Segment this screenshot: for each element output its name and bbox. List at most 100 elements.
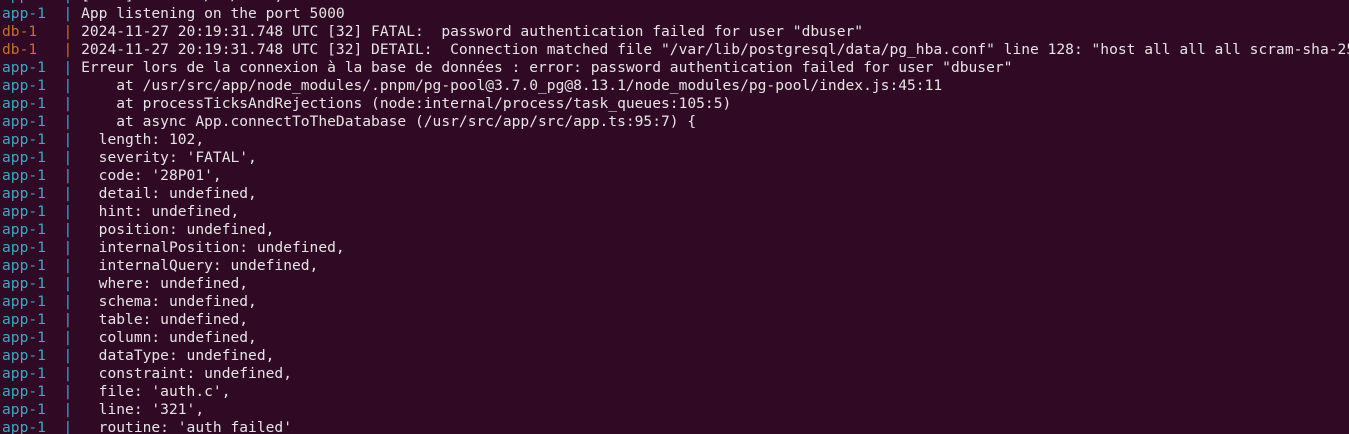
log-message: schema: undefined, [81, 293, 257, 310]
log-line: app-1 | at /usr/src/app/node_modules/.pn… [2, 77, 1349, 95]
prefix-separator: | [63, 185, 73, 202]
log-line: app-1 | code: '28P01', [2, 167, 1349, 185]
prefix-separator: | [63, 167, 73, 184]
prefix-padding [46, 149, 64, 166]
log-message: at processTicksAndRejections (node:inter… [81, 95, 732, 112]
prefix-separator: | [63, 95, 73, 112]
log-line: app-1 | schema: undefined, [2, 293, 1349, 311]
prefix-separator: | [63, 329, 73, 346]
log-line: app-1 | Erreur lors de la connexion à la… [2, 59, 1349, 77]
service-prefix: app-1 [2, 239, 46, 256]
prefix-padding [46, 257, 64, 274]
log-line: db-1 | 2024-11-27 20:19:31.748 UTC [32] … [2, 41, 1349, 59]
log-line: app-1 | length: 102, [2, 131, 1349, 149]
log-line: app-1 | position: undefined, [2, 221, 1349, 239]
log-line: app-1 | file: 'auth.c', [2, 383, 1349, 401]
log-line: app-1 | table: undefined, [2, 311, 1349, 329]
prefix-separator: | [63, 401, 73, 418]
service-prefix: app-1 [2, 59, 46, 76]
prefix-separator: | [63, 5, 73, 22]
log-message: Erreur lors de la connexion à la base de… [81, 59, 1013, 76]
service-prefix: app-1 [2, 185, 46, 202]
log-line: app-1 | at processTicksAndRejections (no… [2, 95, 1349, 113]
log-message: detail: undefined, [81, 185, 257, 202]
log-message: line: '321', [81, 401, 205, 418]
prefix-padding [46, 113, 64, 130]
prefix-padding [46, 329, 64, 346]
log-message: at async App.connectToTheDatabase (/usr/… [81, 113, 697, 130]
log-message: severity: 'FATAL', [81, 149, 257, 166]
service-prefix: app-1 [2, 203, 46, 220]
prefix-separator: | [63, 149, 73, 166]
prefix-padding [46, 5, 64, 22]
log-message: position: undefined, [81, 221, 275, 238]
prefix-padding [37, 41, 63, 58]
prefix-separator: | [63, 311, 73, 328]
log-message: internalPosition: undefined, [81, 239, 345, 256]
log-line: app-1 | column: undefined, [2, 329, 1349, 347]
prefix-padding [46, 275, 64, 292]
prefix-separator: | [63, 59, 73, 76]
log-message: routine: 'auth_failed' [81, 419, 292, 434]
service-prefix: app-1 [2, 5, 46, 22]
prefix-separator: | [63, 77, 73, 94]
log-line: app-1 | routine: 'auth_failed' [2, 419, 1349, 434]
service-prefix: app-1 [2, 293, 46, 310]
log-line: app-1 | internalQuery: undefined, [2, 257, 1349, 275]
log-message: where: undefined, [81, 275, 249, 292]
prefix-separator: | [63, 23, 73, 40]
service-prefix: app-1 [2, 221, 46, 238]
prefix-padding [46, 221, 64, 238]
log-message: constraint: undefined, [81, 365, 292, 382]
log-line: app-1 | detail: undefined, [2, 185, 1349, 203]
prefix-separator: | [63, 203, 73, 220]
service-prefix: app-1 [2, 347, 46, 364]
service-prefix: app-1 [2, 275, 46, 292]
log-line: app-1 | severity: 'FATAL', [2, 149, 1349, 167]
log-message: [Nest] 1 - 11/27/2024, 8:19:31 PM LOG [81, 0, 450, 4]
prefix-separator: | [63, 293, 73, 310]
prefix-separator: | [63, 221, 73, 238]
log-message: column: undefined, [81, 329, 257, 346]
log-message: file: 'auth.c', [81, 383, 231, 400]
log-line: app-1 | constraint: undefined, [2, 365, 1349, 383]
prefix-separator: | [63, 383, 73, 400]
prefix-padding [37, 23, 63, 40]
prefix-padding [46, 419, 64, 434]
service-prefix: app-1 [2, 383, 46, 400]
prefix-separator: | [63, 257, 73, 274]
log-message: 2024-11-27 20:19:31.748 UTC [32] DETAIL:… [81, 41, 1349, 58]
service-prefix: app-1 [2, 419, 46, 434]
log-line: app-1 | dataType: undefined, [2, 347, 1349, 365]
log-message: at /usr/src/app/node_modules/.pnpm/pg-po… [81, 77, 943, 94]
log-line: app-1 | at async App.connectToTheDatabas… [2, 113, 1349, 131]
prefix-padding [46, 185, 64, 202]
log-message: table: undefined, [81, 311, 249, 328]
log-line: app-1 | line: '321', [2, 401, 1349, 419]
terminal-window[interactable]: app-1 | [Nest] 1 - 11/27/2024, 8:19:31 P… [0, 0, 1349, 434]
prefix-separator: | [63, 275, 73, 292]
prefix-padding [46, 0, 64, 4]
service-prefix: app-1 [2, 401, 46, 418]
prefix-padding [46, 167, 64, 184]
log-line: app-1 | where: undefined, [2, 275, 1349, 293]
prefix-padding [46, 131, 64, 148]
service-prefix: db-1 [2, 23, 38, 40]
service-prefix: app-1 [2, 113, 46, 130]
prefix-padding [46, 365, 64, 382]
prefix-padding [46, 59, 64, 76]
prefix-padding [46, 77, 64, 94]
prefix-padding [46, 401, 64, 418]
service-prefix: app-1 [2, 257, 46, 274]
prefix-padding [46, 311, 64, 328]
prefix-padding [46, 293, 64, 310]
log-line: app-1 | internalPosition: undefined, [2, 239, 1349, 257]
log-message: internalQuery: undefined, [81, 257, 319, 274]
service-prefix: db-1 [2, 41, 38, 58]
service-prefix: app-1 [2, 365, 46, 382]
log-message: dataType: undefined, [81, 347, 275, 364]
log-message: 2024-11-27 20:19:31.748 UTC [32] FATAL: … [81, 23, 864, 40]
service-prefix: app-1 [2, 329, 46, 346]
prefix-padding [46, 347, 64, 364]
prefix-separator: | [63, 239, 73, 256]
